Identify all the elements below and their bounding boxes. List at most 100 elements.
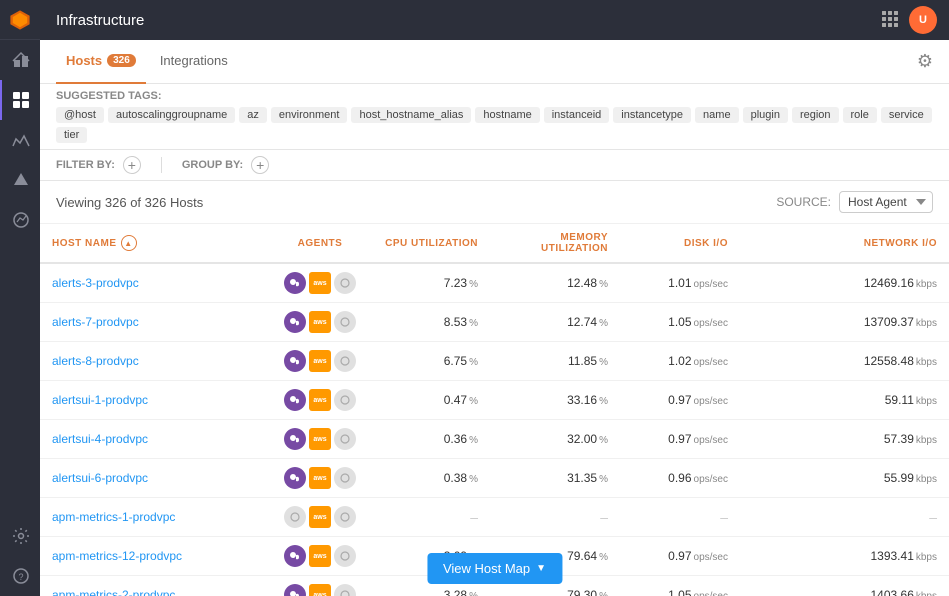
agents-cell: aws — [270, 263, 370, 303]
sidebar-metrics[interactable] — [0, 200, 40, 240]
agent-icon: aws — [309, 506, 331, 528]
sidebar-infrastructure[interactable] — [0, 80, 40, 120]
agent-icon — [284, 545, 306, 567]
host-link[interactable]: apm-metrics-12-prodvpc — [52, 549, 182, 563]
agents-cell: aws — [270, 537, 370, 576]
agents-cell: aws — [270, 498, 370, 537]
tag-chip[interactable]: autoscalinggroupname — [108, 107, 235, 123]
filter-separator — [161, 157, 162, 173]
network-cell: 12558.48kbps — [740, 342, 949, 381]
memory-cell: 12.48% — [490, 263, 620, 303]
view-hostmap-button[interactable]: View Host Map ▼ — [427, 553, 562, 584]
table-container[interactable]: Viewing 326 of 326 Hosts SOURCE: Host Ag… — [40, 181, 949, 596]
network-cell: 12469.16kbps — [740, 263, 949, 303]
agent-icon — [284, 350, 306, 372]
host-link[interactable]: apm-metrics-1-prodvpc — [52, 510, 175, 524]
network-cell: 13709.37kbps — [740, 303, 949, 342]
cpu-cell: 7.23% — [370, 263, 490, 303]
suggested-tags-label: SUGGESTED TAGS: — [56, 90, 162, 102]
tab-hosts[interactable]: Hosts 326 — [56, 40, 146, 84]
network-cell: 59.11kbps — [740, 381, 949, 420]
tag-chip[interactable]: environment — [271, 107, 348, 123]
sidebar-alerts[interactable] — [0, 160, 40, 200]
agent-icon — [284, 311, 306, 333]
agent-icon — [334, 272, 356, 294]
host-link[interactable]: alertsui-1-prodvpc — [52, 393, 148, 407]
th-network[interactable]: NETWORK I/O — [740, 224, 949, 263]
agent-icon — [334, 389, 356, 411]
tag-chip[interactable]: tier — [56, 127, 87, 143]
hosts-table: HOST NAME ▲ AGENTS CPU UTILIZATION MEMOR… — [40, 224, 949, 596]
tag-chip[interactable]: instanceid — [544, 107, 610, 123]
memory-cell: 12.74% — [490, 303, 620, 342]
agent-icon — [334, 584, 356, 596]
th-agents[interactable]: AGENTS — [270, 224, 370, 263]
tag-chip[interactable]: region — [792, 107, 839, 123]
agent-icon: aws — [309, 467, 331, 489]
table-row: alerts-3-prodvpc aws7.23%12.48%1.01ops/se… — [40, 263, 949, 303]
tag-chip[interactable]: role — [843, 107, 877, 123]
agent-icon: aws — [309, 389, 331, 411]
chevron-down-icon: ▼ — [536, 563, 546, 574]
tag-chip[interactable]: az — [239, 107, 267, 123]
disk-cell: 0.97ops/sec — [620, 537, 740, 576]
host-link[interactable]: alerts-8-prodvpc — [52, 354, 139, 368]
agents-cell: aws — [270, 576, 370, 596]
th-cpu[interactable]: CPU UTILIZATION — [370, 224, 490, 263]
tag-chip[interactable]: service — [881, 107, 932, 123]
table-row: alerts-8-prodvpcaws6.75%11.85%1.02ops/se… — [40, 342, 949, 381]
agent-icon: aws — [309, 350, 331, 372]
agent-icon: aws — [309, 428, 331, 450]
content-wrapper: Hosts 326 Integrations ⚙ SUGGESTED TAGS:… — [40, 40, 949, 596]
agent-icon — [334, 467, 356, 489]
table-row: alertsui-1-prodvpcaws0.47%33.16%0.97ops/… — [40, 381, 949, 420]
topbar: Infrastructure U — [40, 0, 949, 40]
agent-icon — [334, 428, 356, 450]
filter-by-label: FILTER BY: — [56, 159, 115, 171]
disk-cell: 1.01ops/sec — [620, 263, 740, 303]
agent-icon — [284, 389, 306, 411]
table-row: alertsui-4-prodvpcaws0.36%32.00%0.97ops/… — [40, 420, 949, 459]
tag-chip[interactable]: instancetype — [613, 107, 691, 123]
tag-chip[interactable]: @host — [56, 107, 104, 123]
th-hostname[interactable]: HOST NAME ▲ — [40, 224, 270, 263]
cpu-cell: 0.38% — [370, 459, 490, 498]
source-select[interactable]: Host Agent AWS — [839, 191, 933, 213]
host-link[interactable]: apm-metrics-2-prodvpc — [52, 588, 175, 596]
tag-chip[interactable]: host_hostname_alias — [351, 107, 471, 123]
th-memory[interactable]: MEMORY UTILIZATION — [490, 224, 620, 263]
host-link[interactable]: alerts-3-prodvpc — [52, 276, 139, 290]
tab-integrations[interactable]: Integrations — [150, 40, 238, 84]
group-add-button[interactable]: + — [251, 156, 269, 174]
cpu-cell: 0.47% — [370, 381, 490, 420]
agent-icon — [284, 467, 306, 489]
sidebar-home[interactable] — [0, 40, 40, 80]
network-cell: 55.99kbps — [740, 459, 949, 498]
agent-icon — [284, 506, 306, 528]
memory-cell: 32.00% — [490, 420, 620, 459]
memory-cell: – — [490, 498, 620, 537]
topbar-title: Infrastructure — [56, 12, 144, 29]
host-link[interactable]: alerts-7-prodvpc — [52, 315, 139, 329]
tag-chip[interactable]: name — [695, 107, 739, 123]
main-area: Infrastructure U Hosts 326 Integrations … — [40, 0, 949, 596]
host-link[interactable]: alertsui-4-prodvpc — [52, 432, 148, 446]
apps-icon[interactable] — [881, 10, 899, 31]
th-disk[interactable]: DISK I/O — [620, 224, 740, 263]
tag-chip[interactable]: plugin — [743, 107, 788, 123]
host-link[interactable]: alertsui-6-prodvpc — [52, 471, 148, 485]
hosts-badge: 326 — [107, 54, 136, 67]
agents-cell: aws — [270, 303, 370, 342]
agent-icon — [334, 350, 356, 372]
tag-chip[interactable]: hostname — [475, 107, 539, 123]
sidebar-apm[interactable] — [0, 120, 40, 160]
cpu-cell: 6.75% — [370, 342, 490, 381]
viewing-text: Viewing 326 of 326 Hosts — [56, 195, 203, 210]
logo — [0, 0, 40, 40]
network-cell: 1403.66kbps — [740, 576, 949, 596]
sidebar-settings[interactable] — [0, 516, 40, 556]
settings-gear-icon[interactable]: ⚙ — [917, 51, 933, 72]
filter-add-button[interactable]: + — [123, 156, 141, 174]
user-avatar[interactable]: U — [909, 6, 937, 34]
sidebar-help[interactable]: ? — [0, 556, 40, 596]
